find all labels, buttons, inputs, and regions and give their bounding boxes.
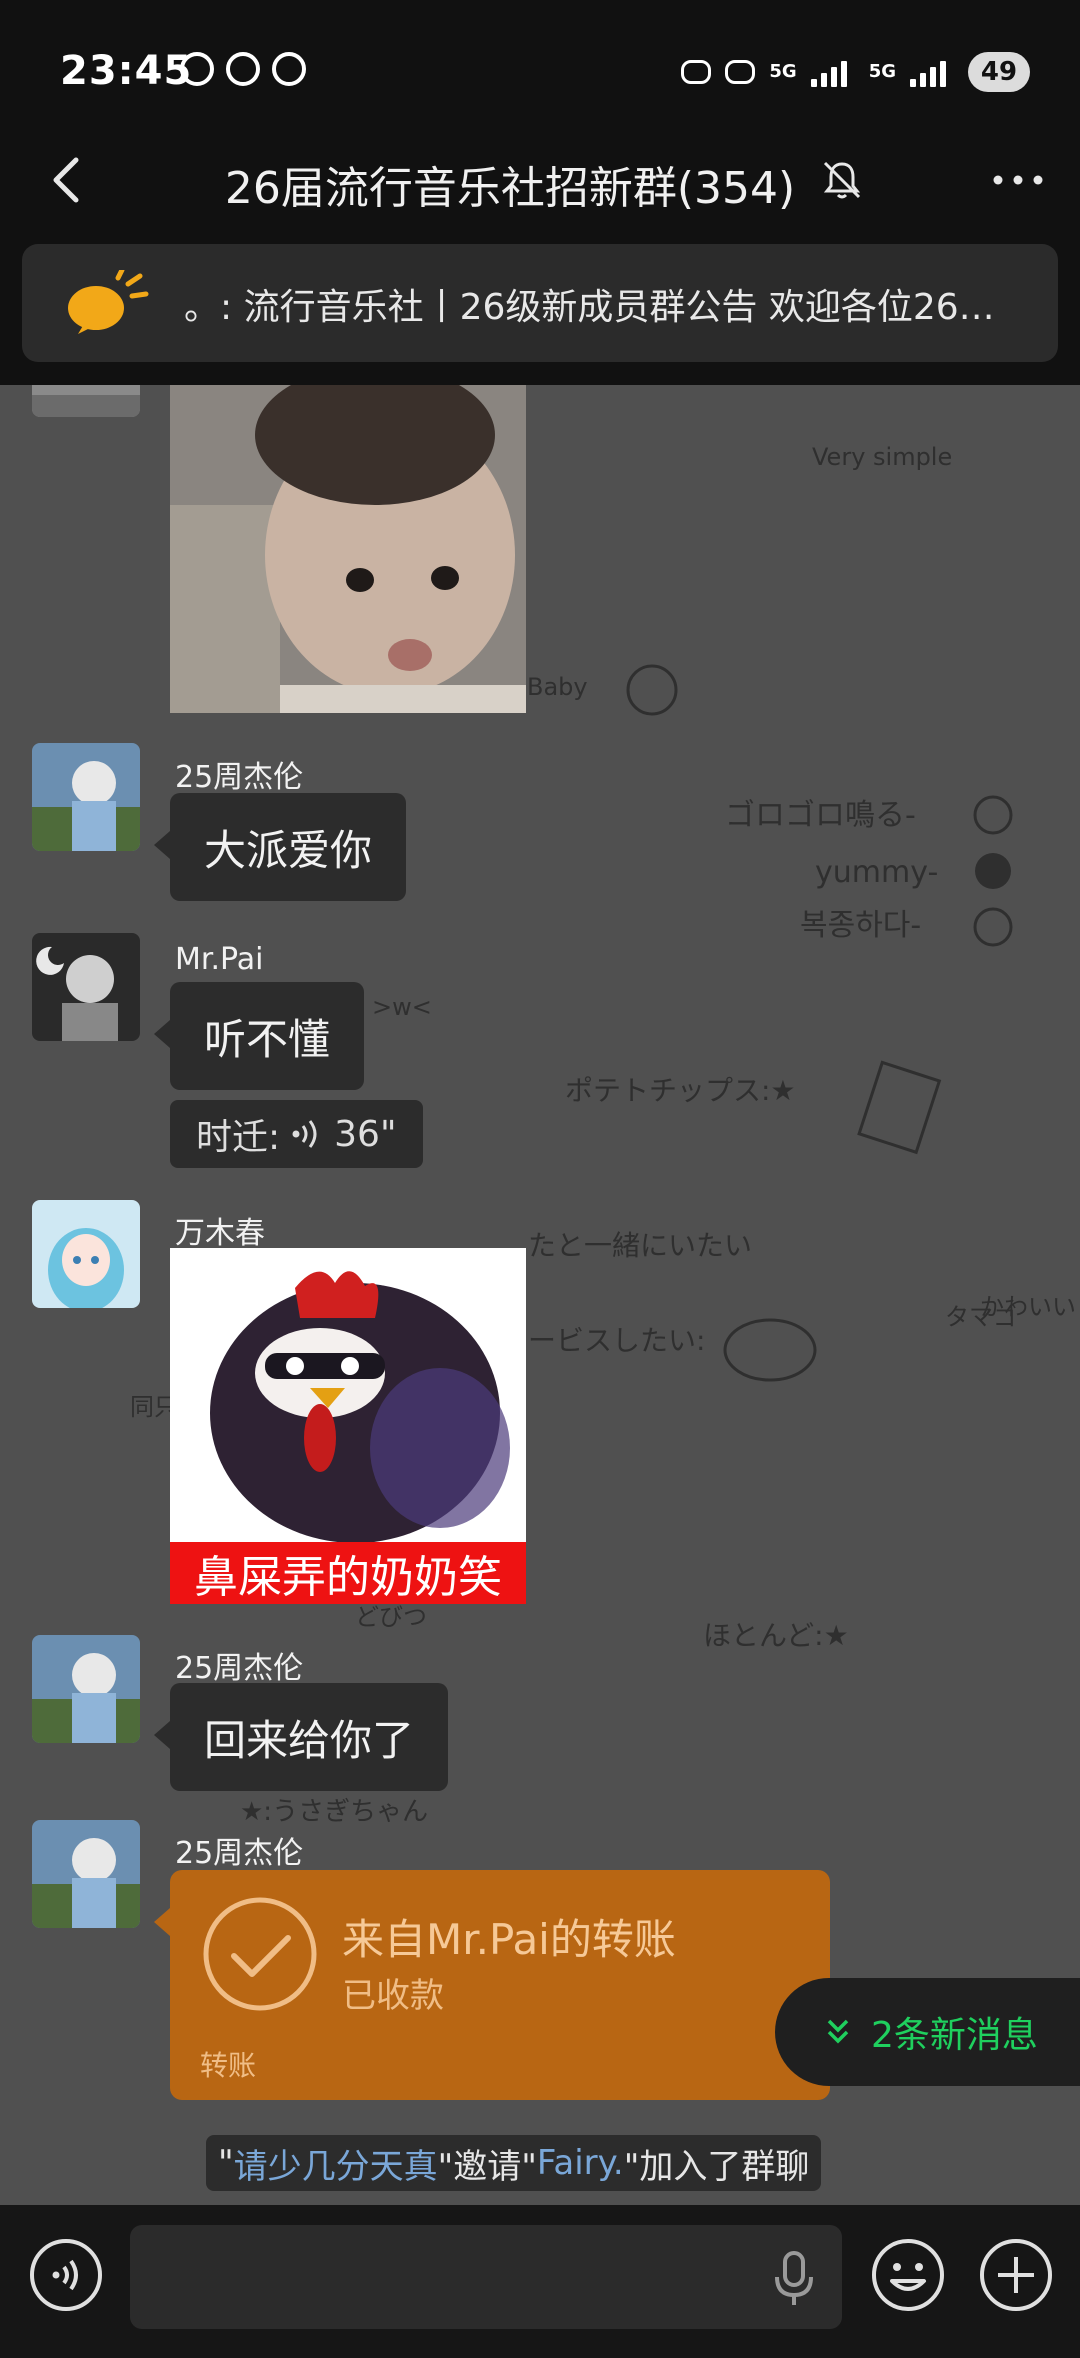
new-messages-label: 2条新消息 xyxy=(871,2015,1038,2056)
new-messages-button[interactable]: 2条新消息 xyxy=(775,1978,1080,2086)
avatar[interactable] xyxy=(32,743,140,851)
emoji-icon[interactable] xyxy=(870,2237,946,2313)
signal-bars-1-icon xyxy=(810,57,855,87)
svg-text:どびつ: どびつ xyxy=(355,1603,427,1631)
chat-area[interactable]: Very simple Baby ゴロゴロ鳴る- yummy- 복종하다- ポテ… xyxy=(0,385,1080,2205)
transfer-type: 转账 xyxy=(200,2049,257,2082)
input-bar xyxy=(0,2205,1080,2358)
system-message: " 请少几分天真 "邀请" Fairy. "加入了群聊 xyxy=(206,2135,822,2191)
battery-indicator: 49 xyxy=(968,52,1030,92)
svg-text:ポテトチップス:★: ポテトチップス:★ xyxy=(565,1074,796,1107)
voice-input-icon[interactable] xyxy=(28,2237,104,2313)
svg-text:ゴロゴロ鳴る-: ゴロゴロ鳴る- xyxy=(725,798,916,833)
quote-label: 时迁: xyxy=(196,1117,281,1158)
weibo-notification-icon xyxy=(272,52,306,86)
svg-text:ービスしたい:: ービスしたい: xyxy=(528,1324,705,1357)
transfer-card[interactable]: 来自Mr.Pai的转账 已收款 转账 xyxy=(154,1870,830,2100)
group-notice-bar[interactable]: 。: 流行音乐社丨26级新成员群公告 欢迎各位26… xyxy=(22,244,1058,362)
svg-text:たと一緒にいたい: たと一緒にいたい xyxy=(528,1229,752,1262)
message-bubble[interactable]: 听不懂 xyxy=(153,982,365,1090)
avatar[interactable] xyxy=(32,1820,140,1928)
svg-text:>w<: >w< xyxy=(372,993,432,1021)
avatar[interactable] xyxy=(32,385,140,417)
headset-icon xyxy=(725,60,756,84)
network-type-2: 5G xyxy=(868,61,896,82)
sender-name: Mr.Pai xyxy=(175,942,264,977)
double-chevron-down-icon xyxy=(827,2019,849,2044)
mute-bell-icon xyxy=(823,161,861,199)
signal-bars-2-icon xyxy=(910,57,954,87)
sticker-image[interactable]: 鼻屎弄的奶奶笑 xyxy=(170,1248,526,1604)
status-app-icons xyxy=(180,52,306,86)
svg-text:Very simple: Very simple xyxy=(812,443,952,471)
svg-text:yummy-: yummy- xyxy=(815,855,938,890)
svg-text:ほとんど:★: ほとんど:★ xyxy=(703,1619,849,1652)
avatar[interactable] xyxy=(32,1635,140,1743)
quoted-voice-message[interactable]: 时迁: 36" xyxy=(170,1100,423,1168)
status-indicators: 5G 5G 49 xyxy=(681,52,1030,92)
app-notification-icon xyxy=(180,52,214,86)
sender-name: 25周杰伦 xyxy=(175,760,304,795)
svg-text:Baby: Baby xyxy=(527,673,588,701)
svg-text:★:うさぎちゃん: ★:うさぎちゃん xyxy=(240,1797,428,1827)
status-time: 23:45 xyxy=(60,48,193,94)
avatar[interactable] xyxy=(32,1200,140,1308)
transfer-check-icon xyxy=(203,1897,317,2011)
transfer-title: 来自Mr.Pai的转账 xyxy=(342,1915,676,1964)
network-type-1: 5G xyxy=(769,61,797,82)
notice-megaphone-icon xyxy=(68,270,149,334)
plus-icon[interactable] xyxy=(978,2237,1054,2313)
baby-photo-image[interactable] xyxy=(170,385,526,713)
notice-text: 。: 流行音乐社丨26级新成员群公告 欢迎各位26… xyxy=(184,287,995,328)
status-bar: 23:45 5G 5G 49 xyxy=(0,0,1080,130)
cloud-icon xyxy=(681,60,712,84)
transfer-status: 已收款 xyxy=(342,1976,444,2016)
sender-name: 25周杰伦 xyxy=(175,1836,304,1871)
avatar[interactable] xyxy=(32,933,140,1041)
message-input[interactable] xyxy=(130,2225,842,2329)
message-bubble[interactable]: 大派爱你 xyxy=(153,793,407,901)
more-icon[interactable] xyxy=(988,158,1048,202)
svg-text:복종하다-: 복종하다- xyxy=(800,908,921,943)
chat-title: 26届流行音乐社招新群(354) xyxy=(224,163,796,214)
invitee-link[interactable]: Fairy. xyxy=(537,2143,624,2183)
message-bubble[interactable]: 回来给你了 xyxy=(153,1683,449,1791)
svg-text:タマゴ: タマゴ xyxy=(945,1303,1017,1331)
sender-name: 25周杰伦 xyxy=(175,1651,304,1686)
sticker-caption: 鼻屎弄的奶奶笑 xyxy=(170,1542,526,1604)
inviter-link[interactable]: 请少几分天真 xyxy=(234,2139,438,2188)
voice-icon xyxy=(292,1120,317,1148)
sender-name: 万木春 xyxy=(175,1216,265,1251)
chat-header: 26届流行音乐社招新群(354) xyxy=(0,130,1080,230)
mic-icon[interactable] xyxy=(772,2251,816,2307)
voice-duration: 36" xyxy=(334,1113,397,1155)
wechat-notification-icon xyxy=(226,52,260,86)
